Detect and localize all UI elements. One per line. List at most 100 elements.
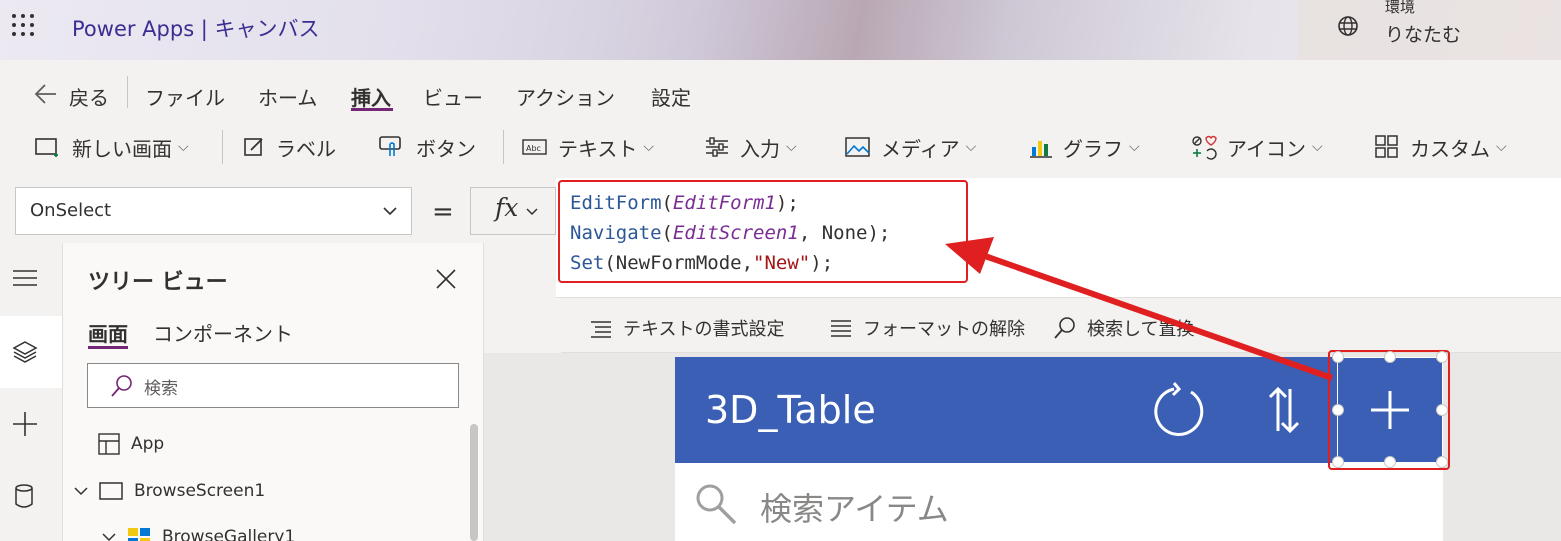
insert-button-button[interactable]: ボタン [378,132,476,162]
menu-insert[interactable]: 挿入 [351,82,391,111]
insert-media-button[interactable]: メディア ⌵ [845,132,976,162]
resize-handle[interactable] [1436,351,1448,363]
chevron-down-icon: ⌵ [178,139,189,155]
back-arrow-icon[interactable] [34,83,58,105]
chevron-down-icon: ⌵ [965,139,977,155]
resize-handle[interactable] [1436,456,1448,468]
menu-action[interactable]: アクション [516,82,615,111]
resize-handle[interactable] [1436,404,1448,416]
find-replace-label: 検索して置換 [1087,319,1195,340]
equals-sign: = [432,197,454,227]
tree-search-input[interactable]: 検索 [87,363,459,408]
globe-icon [1338,16,1358,36]
new-screen-label: 新しい画面 [72,136,172,161]
selected-control-highlight [1328,350,1450,470]
chevron-down-icon: ⌵ [1312,139,1323,155]
chevron-down-icon [526,208,538,216]
label-button-text: ラベル [276,136,336,161]
insert-chart-button[interactable]: グラフ ⌵ [1029,132,1140,162]
refresh-icon[interactable] [1150,382,1208,440]
format-bar: テキストの書式設定 フォーマットの解除 検索して置換 [561,298,1561,353]
text-input-icon: Abc [522,139,547,155]
menu-view[interactable]: ビュー [423,82,483,111]
chevron-down-icon: ⌵ [1496,139,1507,155]
layers-icon[interactable] [12,339,38,365]
format-text-button[interactable]: テキストの書式設定 [589,315,784,341]
database-icon[interactable] [14,483,34,509]
close-icon[interactable] [435,268,457,290]
app-icon [98,433,120,455]
tree-view-title: ツリー ビュー [88,270,228,295]
menu-bar [0,60,1561,116]
insert-icon-button[interactable]: アイコン ⌵ [1189,132,1323,162]
environment-label: 環境 [1385,0,1416,16]
tree-item-browse-screen[interactable]: BrowseScreen1 [72,481,265,501]
back-button[interactable]: 戻る [69,82,109,111]
input-button-text: 入力 [740,136,780,161]
remove-format-button[interactable]: フォーマットの解除 [829,315,1025,341]
chart-button-text: グラフ [1063,136,1123,161]
resize-handle[interactable] [1332,456,1344,468]
tree-item-label: BrowseGallery1 [162,527,296,541]
text-button-text: テキスト [558,136,638,161]
resize-handle[interactable] [1332,404,1344,416]
tree-item-app[interactable]: App [97,432,164,456]
new-screen-icon [35,138,58,157]
icon-button-text: アイコン [1227,136,1306,161]
lines-icon [831,320,851,337]
search-placeholder: 検索 [144,379,178,399]
format-text-label: テキストの書式設定 [623,319,785,340]
app-screen-title[interactable]: 3D_Table [705,388,876,432]
icons-icon [1192,135,1217,160]
chevron-down-icon: ⌵ [786,139,797,155]
find-replace-button[interactable]: 検索して置換 [1053,315,1194,341]
format-lines-icon [591,321,611,338]
tree-item-browse-gallery[interactable]: BrowseGallery1 [100,526,295,541]
environment-name[interactable]: りなたむ [1385,20,1461,47]
plus-icon[interactable] [11,410,39,438]
resize-handle[interactable] [1384,456,1396,468]
remove-format-label: フォーマットの解除 [863,319,1025,340]
menu-settings[interactable]: 設定 [651,82,691,111]
button-button-text: ボタン [416,136,476,161]
custom-button-text: カスタム [1410,136,1490,161]
svg-text:Abc: Abc [526,144,541,153]
custom-grid-icon [1375,135,1398,158]
resize-handle[interactable] [1384,351,1396,363]
chevron-down-icon [383,207,397,216]
chevron-down-icon[interactable] [72,482,90,500]
app-launcher-icon[interactable] [12,14,34,36]
chevron-down-icon[interactable] [100,528,118,541]
toolbar-separator [222,130,223,164]
toolbar-separator [503,130,504,164]
insert-text-button[interactable]: Abc テキスト ⌵ [522,132,654,162]
gallery-icon [128,528,150,541]
search-icon [696,484,737,525]
menu-separator [127,76,128,108]
hamburger-icon[interactable] [12,268,38,288]
tab-screens[interactable]: 画面 [88,318,128,347]
menu-file[interactable]: ファイル [145,82,225,111]
code-highlight-box [558,180,968,283]
property-value: OnSelect [30,200,112,221]
property-dropdown[interactable]: OnSelect [15,187,412,235]
button-touch-icon [379,136,401,156]
insert-label-button[interactable]: ラベル [242,132,336,162]
tree-scrollbar[interactable] [470,424,478,541]
new-screen-button[interactable]: 新しい画面 ⌵ [34,132,189,162]
search-icon [111,375,132,397]
sort-icon[interactable] [1268,385,1300,435]
insert-custom-button[interactable]: カスタム ⌵ [1374,132,1507,162]
tab-components[interactable]: コンポーネント [153,318,293,347]
pencil-icon [244,138,263,156]
active-tab-indicator [88,346,128,349]
tree-item-label: App [131,434,165,454]
function-picker[interactable]: fx [470,187,556,235]
app-search-placeholder[interactable]: 検索アイテム [760,484,949,530]
menu-home[interactable]: ホーム [258,82,317,111]
fx-icon: fx [495,193,519,222]
resize-handle[interactable] [1332,351,1344,363]
search-icon [1054,317,1075,339]
app-title: Power Apps | キャンバス [72,17,320,41]
insert-input-button[interactable]: 入力 ⌵ [704,132,797,162]
